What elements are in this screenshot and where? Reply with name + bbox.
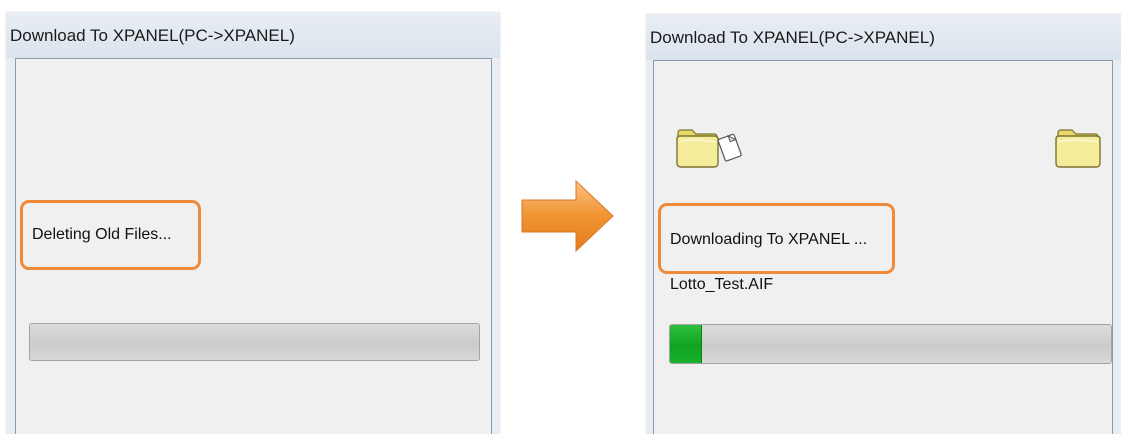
dialog-content: Deleting Old Files...	[15, 58, 492, 434]
progress-bar	[669, 324, 1112, 364]
status-message: Downloading To XPANEL ...	[670, 231, 868, 248]
progress-bar-fill	[670, 325, 702, 363]
dialog-title: Download To XPANEL(PC->XPANEL)	[10, 26, 295, 45]
status-message: Deleting Old Files...	[32, 226, 172, 243]
progress-bar	[29, 323, 480, 361]
folder-with-file-icon	[676, 129, 742, 168]
dialog-title: Download To XPANEL(PC->XPANEL)	[650, 28, 935, 47]
dialog-titlebar[interactable]: Download To XPANEL(PC->XPANEL)	[6, 12, 500, 58]
download-dialog-after: Download To XPANEL(PC->XPANEL) Downloadi…	[646, 14, 1121, 434]
download-dialog-before: Download To XPANEL(PC->XPANEL) Deleting …	[6, 12, 500, 434]
dialog-content: Downloading To XPANEL ... Lotto_Test.AIF	[653, 60, 1113, 434]
dialog-titlebar[interactable]: Download To XPANEL(PC->XPANEL)	[646, 14, 1121, 60]
right-arrow-icon	[521, 179, 614, 253]
current-file-name: Lotto_Test.AIF	[670, 276, 774, 293]
folder-icon	[1055, 129, 1101, 168]
